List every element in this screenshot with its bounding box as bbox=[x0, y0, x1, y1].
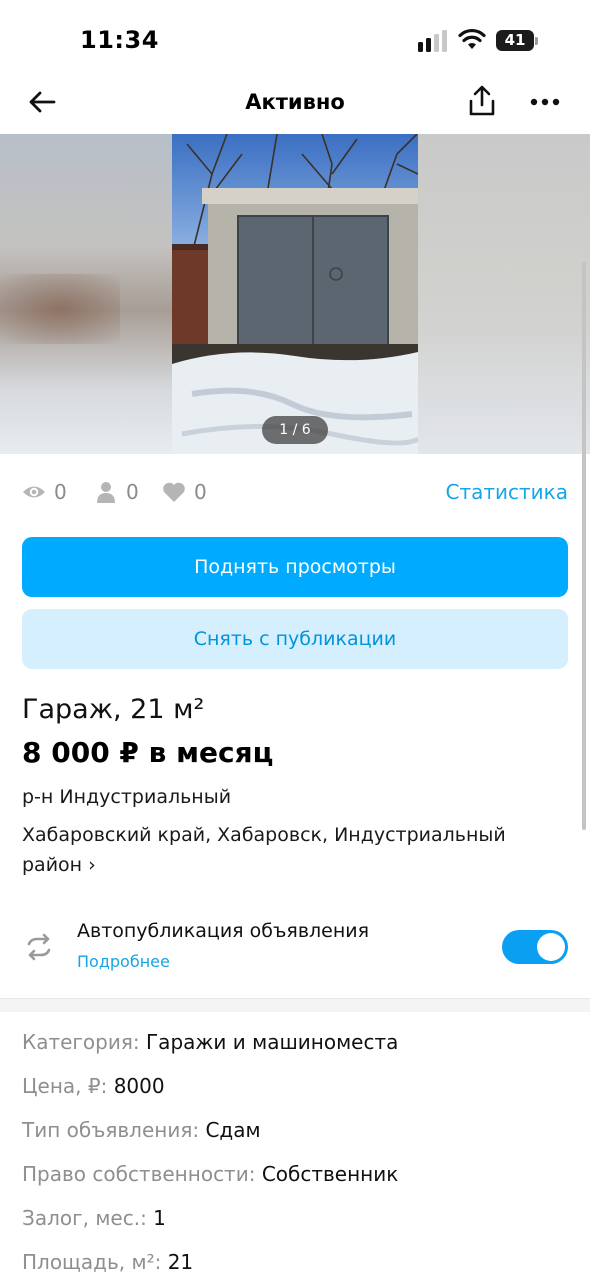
statistics-link[interactable]: Статистика bbox=[446, 480, 569, 504]
toggle-knob bbox=[537, 933, 565, 961]
param-label: Залог, мес.: bbox=[22, 1206, 154, 1230]
param-value: Гаражи и машиноместа bbox=[145, 1030, 399, 1054]
param-row-category: Категория: Гаражи и машиноместа bbox=[22, 1030, 568, 1074]
battery-level: 41 bbox=[496, 30, 534, 51]
person-icon bbox=[97, 482, 115, 503]
autopublication-label: Автопубликация объявления bbox=[77, 920, 370, 942]
autopublication-more-link[interactable]: Подробнее bbox=[77, 952, 170, 971]
gallery-blur-right bbox=[418, 134, 590, 454]
share-icon[interactable] bbox=[466, 84, 498, 118]
param-label: Категория: bbox=[22, 1030, 146, 1054]
autopublication-row: Автопубликация объявления Подробнее bbox=[0, 914, 590, 984]
heart-icon bbox=[163, 482, 185, 502]
param-label: Площадь, м²: bbox=[22, 1250, 168, 1274]
param-row-deposit: Залог, мес.: 1 bbox=[22, 1206, 568, 1250]
status-bar: 11:34 41 bbox=[0, 0, 590, 70]
listing-price: 8 000 ₽ в месяц bbox=[22, 736, 274, 769]
param-value: 21 bbox=[167, 1250, 194, 1274]
eye-icon bbox=[23, 486, 45, 498]
param-value: 1 bbox=[153, 1206, 166, 1230]
gallery-blur-left bbox=[0, 134, 172, 454]
favorites-stat: 0 bbox=[162, 476, 207, 508]
garage-photo[interactable] bbox=[172, 134, 418, 454]
param-label: Цена, ₽: bbox=[22, 1074, 114, 1098]
param-value: Сдам bbox=[205, 1118, 261, 1142]
unpublish-button[interactable]: Снять с публикации bbox=[22, 609, 568, 669]
views-stat: 0 bbox=[22, 476, 67, 508]
param-row-area: Площадь, м²: 21 bbox=[22, 1250, 568, 1280]
autopublication-toggle[interactable] bbox=[502, 930, 568, 964]
param-label: Тип объявления: bbox=[22, 1118, 206, 1142]
param-row-price: Цена, ₽: 8000 bbox=[22, 1074, 568, 1118]
contacts-stat: 0 bbox=[94, 476, 139, 508]
repeat-icon bbox=[27, 933, 51, 961]
listing-address-link[interactable]: Хабаровский край, Хабаровск, Индустриаль… bbox=[22, 820, 562, 880]
photo-counter: 1 / 6 bbox=[262, 416, 328, 444]
scrollbar[interactable] bbox=[582, 262, 586, 830]
contacts-count: 0 bbox=[126, 480, 139, 504]
param-value: 8000 bbox=[113, 1074, 165, 1098]
wifi-icon bbox=[458, 28, 486, 49]
cellular-signal-icon bbox=[418, 30, 447, 52]
promote-views-button[interactable]: Поднять просмотры bbox=[22, 537, 568, 597]
nav-bar: Активно bbox=[0, 70, 590, 134]
more-icon[interactable] bbox=[530, 92, 560, 112]
param-value: Собственник bbox=[261, 1162, 399, 1186]
page-title: Активно bbox=[245, 90, 345, 114]
listing-title: Гараж, 21 м² bbox=[22, 694, 205, 725]
photo-gallery[interactable]: 1 / 6 bbox=[0, 134, 590, 454]
views-count: 0 bbox=[54, 480, 67, 504]
battery-icon: 41 bbox=[496, 30, 540, 51]
section-divider bbox=[0, 998, 590, 1012]
status-time: 11:34 bbox=[80, 26, 159, 54]
stats-row: 0 0 0 Статистика bbox=[22, 476, 568, 510]
listing-district: р-н Индустриальный bbox=[22, 786, 232, 808]
param-row-ad-type: Тип объявления: Сдам bbox=[22, 1118, 568, 1162]
listing-params: Категория: Гаражи и машиноместа Цена, ₽:… bbox=[22, 1030, 568, 1280]
favorites-count: 0 bbox=[194, 480, 207, 504]
param-row-ownership: Право собственности: Собственник bbox=[22, 1162, 568, 1206]
param-label: Право собственности: bbox=[22, 1162, 262, 1186]
